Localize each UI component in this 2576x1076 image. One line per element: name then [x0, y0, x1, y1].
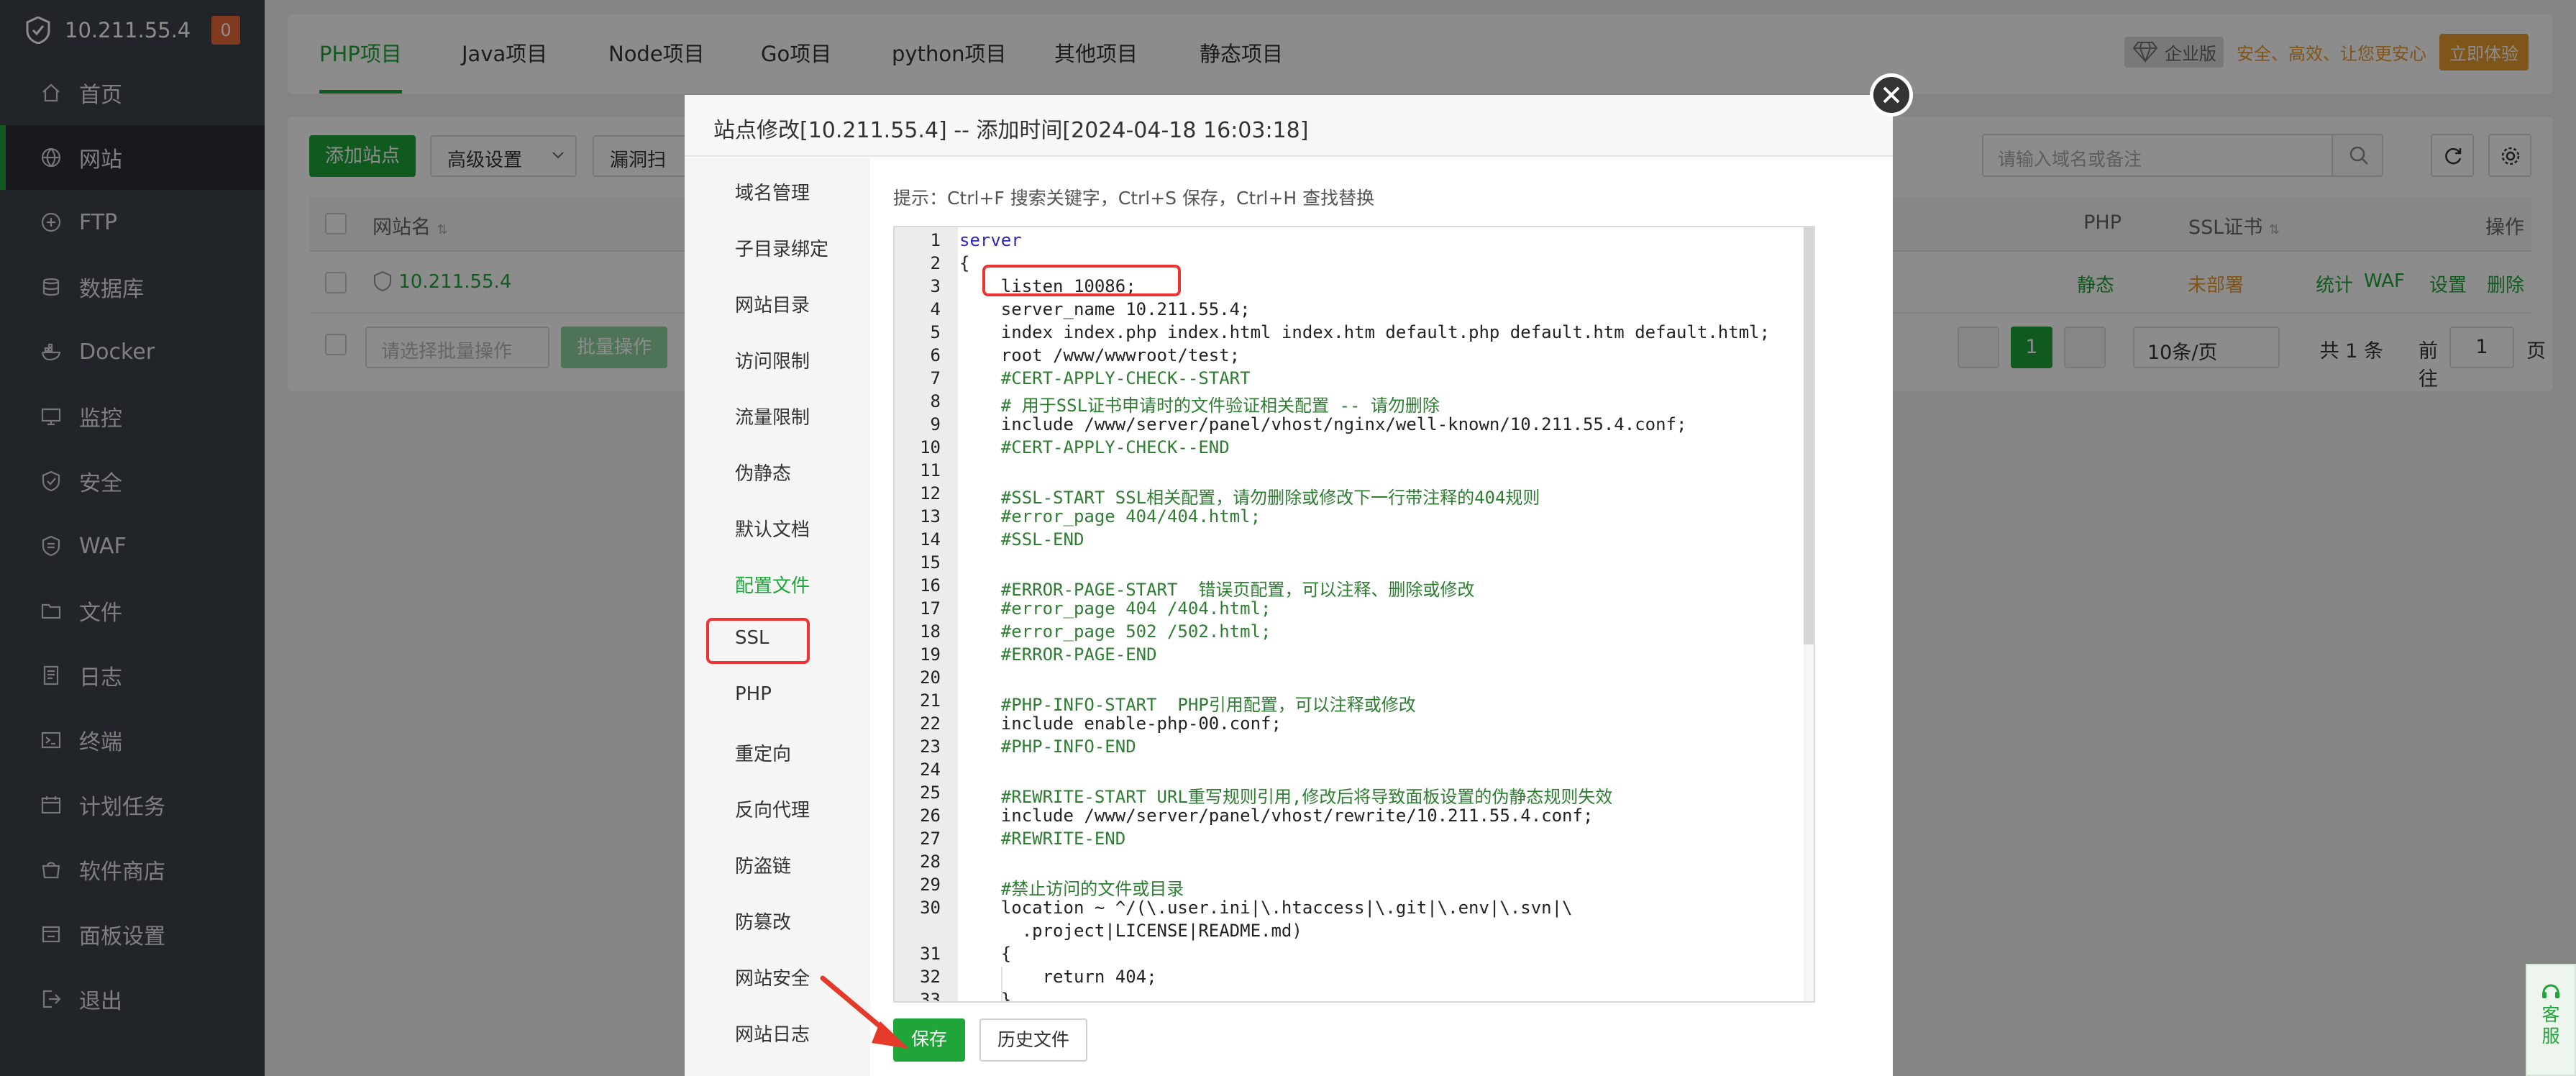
line-number: 27	[920, 829, 941, 849]
dialog-nav-item[interactable]: 重定向	[735, 739, 791, 766]
line-number: 21	[920, 690, 941, 711]
line-number: 13	[920, 506, 941, 526]
dialog-nav-item[interactable]: 伪静态	[735, 459, 791, 485]
code-line[interactable]: #SSL-END	[959, 529, 1084, 550]
customer-service-button[interactable]: 客服	[2526, 964, 2576, 1076]
line-number: 26	[920, 806, 941, 826]
code-line[interactable]: #REWRITE-END	[959, 829, 1125, 849]
line-number: 29	[920, 875, 941, 895]
line-number: 23	[920, 737, 941, 757]
dialog-nav-item[interactable]: 默认文档	[735, 515, 810, 542]
dialog-nav-item[interactable]: 子目录绑定	[735, 234, 828, 261]
line-number: 17	[920, 598, 941, 619]
line-number: 19	[920, 644, 941, 665]
line-number: 2	[930, 253, 941, 273]
code-line[interactable]: }	[959, 990, 1011, 1001]
code-line[interactable]: #REWRITE-START URL重写规则引用,修改后将导致面板设置的伪静态规…	[959, 783, 1613, 808]
code-line[interactable]: #ERROR-PAGE-END	[959, 644, 1157, 665]
code-line[interactable]: index index.php index.html index.htm def…	[959, 322, 1770, 342]
dialog-nav-item[interactable]: 配置文件	[735, 571, 810, 598]
line-number: 5	[930, 322, 941, 342]
editor-scrollbar[interactable]	[1804, 227, 1814, 644]
annotation-highlight-listen	[982, 265, 1181, 296]
code-line[interactable]: include /www/server/panel/vhost/rewrite/…	[959, 806, 1594, 826]
line-number: 31	[920, 944, 941, 964]
line-number: 6	[930, 345, 941, 365]
code-line[interactable]: {	[959, 253, 969, 273]
dialog-nav-item[interactable]: 网站目录	[735, 291, 810, 317]
code-line[interactable]: #PHP-INFO-START PHP引用配置，可以注释或修改	[959, 690, 1416, 716]
code-line[interactable]: server	[959, 230, 1022, 250]
code-line[interactable]: #CERT-APPLY-CHECK--START	[959, 368, 1251, 388]
line-number: 24	[920, 760, 941, 780]
dialog-nav-item[interactable]: PHP	[735, 683, 772, 705]
line-number: 28	[920, 852, 941, 872]
code-line[interactable]: server_name 10.211.55.4;	[959, 299, 1251, 319]
editor-hint: 提示：Ctrl+F 搜索关键字，Ctrl+S 保存，Ctrl+H 查找替换	[893, 188, 1375, 209]
code-line[interactable]: return 404;	[959, 967, 1157, 987]
dialog-nav-item[interactable]: 防篡改	[735, 908, 791, 934]
code-line[interactable]: #error_page 404/404.html;	[959, 506, 1261, 526]
headset-icon	[2542, 984, 2559, 998]
code-line[interactable]: #SSL-START SSL相关配置，请勿删除或修改下一行带注释的404规则	[959, 483, 1540, 509]
close-icon	[1883, 86, 1900, 104]
line-number: 22	[920, 713, 941, 734]
dialog-nav-item[interactable]: 网站安全	[735, 964, 810, 990]
code-line[interactable]: location ~ ^/(\.user.ini|\.htaccess|\.gi…	[959, 898, 1573, 918]
dialog-nav: 域名管理子目录绑定网站目录访问限制流量限制伪静态默认文档配置文件 SSL PHP 重定…	[685, 158, 870, 1076]
dialog-nav-item[interactable]: 流量限制	[735, 403, 810, 429]
line-number: 15	[920, 552, 941, 573]
line-number: 1	[930, 230, 941, 250]
code-line[interactable]: # 用于SSL证书申请时的文件验证相关配置 -- 请勿删除	[959, 391, 1440, 416]
line-number: 12	[920, 483, 941, 503]
code-line[interactable]: .project|LICENSE|README.md)	[959, 921, 1302, 941]
dialog-nav-item[interactable]: 网站日志	[735, 1020, 810, 1047]
config-code-editor[interactable]: 1 server 2{3 listen 10086; 4 server_name 10…	[893, 226, 1815, 1003]
line-number: 3	[930, 276, 941, 296]
dialog-nav-item[interactable]: 防盗链	[735, 852, 791, 878]
line-number: 11	[920, 460, 941, 480]
close-dialog-button[interactable]	[1870, 73, 1913, 117]
code-line[interactable]: #error_page 502 /502.html;	[959, 621, 1271, 642]
indent-guide	[1001, 967, 1002, 1001]
dialog-nav-item[interactable]: 域名管理	[735, 178, 810, 205]
line-number: 18	[920, 621, 941, 642]
dialog-nav-item[interactable]: 访问限制	[735, 347, 810, 373]
code-line[interactable]: #PHP-INFO-END	[959, 737, 1136, 757]
code-line[interactable]: #error_page 404 /404.html;	[959, 598, 1271, 619]
line-number: 4	[930, 299, 941, 319]
dialog-nav-item[interactable]: SSL	[735, 627, 769, 649]
line-number: 14	[920, 529, 941, 550]
code-line[interactable]: #ERROR-PAGE-START 错误页配置，可以注释、删除或修改	[959, 575, 1475, 601]
code-line[interactable]: {	[959, 944, 1011, 964]
dialog-title: 站点修改[10.211.55.4] -- 添加时间[2024-04-18 16:…	[685, 95, 1893, 157]
line-number: 16	[920, 575, 941, 596]
line-number: 9	[930, 414, 941, 434]
code-line[interactable]: root /www/wwwroot/test;	[959, 345, 1240, 365]
line-number: 10	[920, 437, 941, 457]
line-number: 25	[920, 783, 941, 803]
site-edit-dialog: 站点修改[10.211.55.4] -- 添加时间[2024-04-18 16:…	[685, 95, 1893, 1076]
code-line[interactable]: #CERT-APPLY-CHECK--END	[959, 437, 1230, 457]
dialog-nav-item[interactable]: 反向代理	[735, 795, 810, 822]
annotation-arrow-icon	[820, 975, 909, 1049]
line-number: 7	[930, 368, 941, 388]
line-number: 8	[930, 391, 941, 411]
history-files-button[interactable]: 历史文件	[979, 1018, 1087, 1062]
line-number: 20	[920, 667, 941, 688]
line-number: 30	[920, 898, 941, 918]
code-line[interactable]: include /www/server/panel/vhost/nginx/we…	[959, 414, 1687, 434]
code-line[interactable]: include enable-php-00.conf;	[959, 713, 1282, 734]
code-line[interactable]: #禁止访问的文件或目录	[959, 875, 1184, 900]
